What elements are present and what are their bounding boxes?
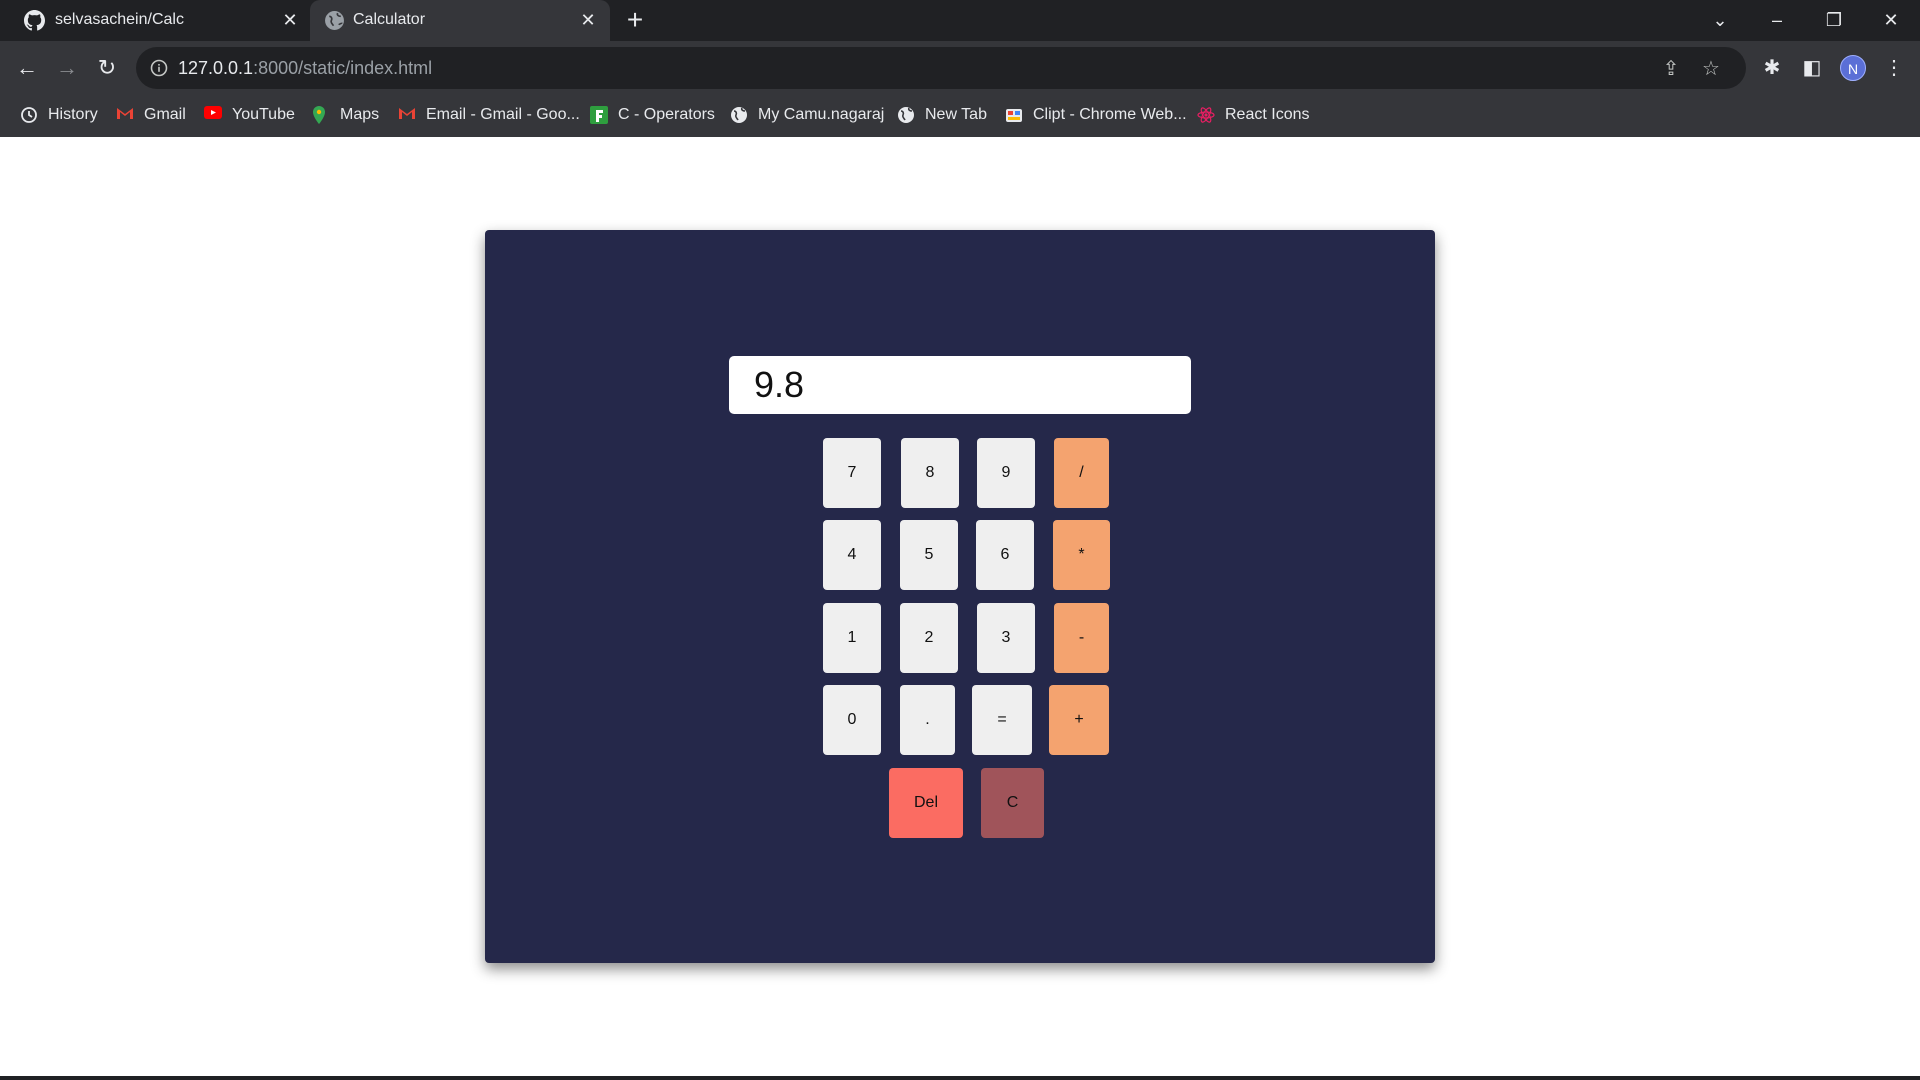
address-bar[interactable]: 127.0.0.1:8000/static/index.html ⇪ ☆: [136, 47, 1746, 89]
bookmark-star-icon[interactable]: ☆: [1699, 57, 1723, 81]
bookmark-c-operators[interactable]: C - Operators: [590, 99, 715, 131]
calculator-card: 9.8 7 8 9 / 4 5 6 * 1 2 3 - 0 . = + Del …: [485, 230, 1435, 963]
key-9[interactable]: 9: [977, 438, 1035, 508]
key-1[interactable]: 1: [823, 603, 881, 673]
key-equals[interactable]: =: [972, 685, 1032, 755]
operators-icon: [590, 106, 608, 124]
clear-button[interactable]: C: [981, 768, 1044, 838]
react-icon: [1197, 106, 1215, 124]
delete-button[interactable]: Del: [889, 768, 963, 838]
taskbar-edge: [0, 1076, 1920, 1080]
bookmark-youtube[interactable]: YouTube: [204, 99, 295, 131]
key-3[interactable]: 3: [977, 603, 1035, 673]
new-tab-button[interactable]: +: [622, 6, 648, 34]
bookmark-react-icons[interactable]: React Icons: [1197, 99, 1309, 131]
key-7[interactable]: 7: [823, 438, 881, 508]
tab-github[interactable]: selvasachein/Calc ✕: [0, 0, 308, 41]
youtube-icon: [204, 106, 222, 124]
bookmark-clipt[interactable]: Clipt - Chrome Web...: [1005, 99, 1187, 131]
key-6[interactable]: 6: [976, 520, 1034, 590]
back-icon[interactable]: ←: [12, 53, 42, 83]
key-8[interactable]: 8: [901, 438, 959, 508]
bookmark-history[interactable]: History: [20, 99, 98, 131]
bookmark-email-gmail[interactable]: Email - Gmail - Goo...: [398, 99, 580, 131]
tab-title: selvasachein/Calc: [55, 11, 184, 28]
gmail-icon: [116, 106, 134, 124]
gmail-icon: [398, 106, 416, 124]
reload-icon[interactable]: ↻: [92, 53, 122, 83]
menu-icon[interactable]: ⋮: [1881, 55, 1907, 81]
side-panel-icon[interactable]: ◧: [1799, 55, 1825, 81]
browser-toolbar: ← → ↻ 127.0.0.1:8000/static/index.html ⇪…: [0, 41, 1920, 137]
close-tab-icon[interactable]: ✕: [280, 10, 300, 30]
extensions-icon[interactable]: ✱: [1759, 55, 1785, 81]
tab-calculator[interactable]: Calculator ✕: [310, 0, 610, 41]
key-5[interactable]: 5: [900, 520, 958, 590]
key-multiply[interactable]: *: [1053, 520, 1110, 590]
globe-icon: [325, 11, 344, 30]
key-add[interactable]: +: [1049, 685, 1109, 755]
close-tab-icon[interactable]: ✕: [578, 10, 598, 30]
tab-title: Calculator: [353, 11, 426, 28]
bookmark-maps[interactable]: Maps: [312, 99, 379, 131]
globe-icon: [897, 106, 915, 124]
share-icon[interactable]: ⇪: [1659, 57, 1683, 81]
minimize-icon[interactable]: –: [1762, 6, 1792, 34]
key-decimal[interactable]: .: [900, 685, 955, 755]
site-info-icon[interactable]: [150, 59, 168, 77]
restore-icon[interactable]: ❐: [1819, 6, 1849, 34]
key-4[interactable]: 4: [823, 520, 881, 590]
key-subtract[interactable]: -: [1054, 603, 1109, 673]
bookmark-my-camu[interactable]: My Camu.nagaraj: [730, 99, 884, 131]
maps-icon: [312, 106, 330, 124]
bookmark-gmail[interactable]: Gmail: [116, 99, 186, 131]
key-2[interactable]: 2: [900, 603, 958, 673]
forward-icon[interactable]: →: [52, 53, 82, 83]
close-window-icon[interactable]: ✕: [1876, 6, 1906, 34]
calculator-display[interactable]: 9.8: [729, 356, 1191, 414]
tab-strip: selvasachein/Calc ✕ Calculator ✕ + ⌄ – ❐…: [0, 0, 1920, 41]
profile-avatar[interactable]: N: [1840, 55, 1866, 81]
url-text: 127.0.0.1:8000/static/index.html: [178, 58, 433, 78]
key-0[interactable]: 0: [823, 685, 881, 755]
github-icon: [24, 10, 45, 31]
bookmarks-bar: History Gmail YouTube Maps Email - Gmail…: [0, 99, 1920, 131]
history-icon: [20, 106, 38, 124]
globe-icon: [730, 106, 748, 124]
tab-search-icon[interactable]: ⌄: [1705, 6, 1735, 34]
bookmark-new-tab[interactable]: New Tab: [897, 99, 987, 131]
key-divide[interactable]: /: [1054, 438, 1109, 508]
clipt-icon: [1005, 106, 1023, 124]
